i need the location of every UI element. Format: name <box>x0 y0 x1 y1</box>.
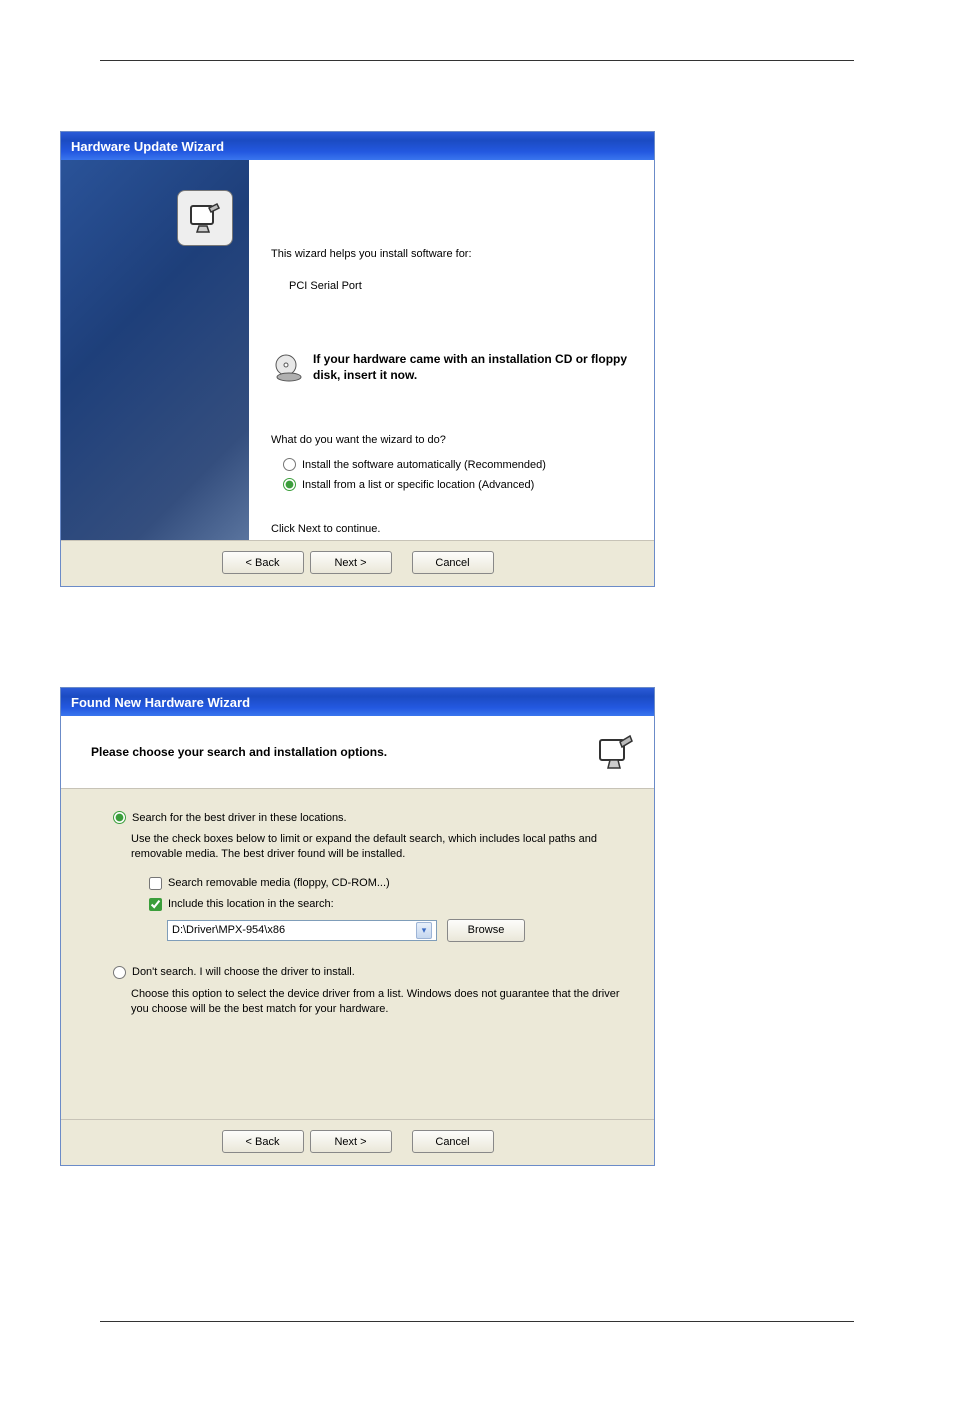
dialog1-content: This wizard helps you install software f… <box>249 160 654 540</box>
radio-search-best-driver[interactable] <box>113 811 126 824</box>
device-icon <box>594 730 638 774</box>
chevron-down-icon[interactable]: ▾ <box>416 922 432 939</box>
checkbox-include-label[interactable]: Include this location in the search: <box>168 898 334 910</box>
cd-icon <box>271 352 305 386</box>
radio-dont-search[interactable] <box>113 966 126 979</box>
location-combobox[interactable]: D:\Driver\MPX-954\x86 ▾ <box>167 920 437 941</box>
dialog1-body: This wizard helps you install software f… <box>61 160 654 540</box>
dialog1-button-row: < Back Next > Cancel <box>61 540 654 586</box>
dialog2-titlebar[interactable]: Found New Hardware Wizard <box>61 688 654 716</box>
cancel-button[interactable]: Cancel <box>412 551 494 574</box>
cancel-button[interactable]: Cancel <box>412 1130 494 1153</box>
dialog2-header: Please choose your search and installati… <box>61 716 654 789</box>
search-description: Use the check boxes below to limit or ex… <box>131 832 626 863</box>
dialog2-title: Found New Hardware Wizard <box>71 695 250 710</box>
dialog1-titlebar[interactable]: Hardware Update Wizard <box>61 132 654 160</box>
browse-button[interactable]: Browse <box>447 919 525 942</box>
checkbox-include-location[interactable] <box>149 898 162 911</box>
next-button[interactable]: Next > <box>310 551 392 574</box>
back-button[interactable]: < Back <box>222 551 304 574</box>
found-new-hardware-wizard-dialog: Found New Hardware Wizard Please choose … <box>60 687 655 1166</box>
location-path-value: D:\Driver\MPX-954\x86 <box>172 924 285 936</box>
back-button[interactable]: < Back <box>222 1130 304 1153</box>
device-name-text: PCI Serial Port <box>289 280 632 292</box>
page-bottom-rule <box>100 1321 854 1322</box>
radio-auto-label[interactable]: Install the software automatically (Reco… <box>302 459 546 471</box>
dont-search-description: Choose this option to select the device … <box>131 987 626 1018</box>
path-row: D:\Driver\MPX-954\x86 ▾ Browse <box>167 919 626 942</box>
radio-dont-search-label[interactable]: Don't search. I will choose the driver t… <box>132 966 355 978</box>
device-icon <box>177 190 233 246</box>
page-top-rule <box>100 60 854 61</box>
dialog1-question: What do you want the wizard to do? <box>271 434 632 446</box>
dialog1-title: Hardware Update Wizard <box>71 139 224 154</box>
cd-hint-text: If your hardware came with an installati… <box>313 352 632 383</box>
dialog2-body: Search for the best driver in these loca… <box>61 789 654 1119</box>
dialog1-intro-text: This wizard helps you install software f… <box>271 248 632 260</box>
radio-install-from-list[interactable] <box>283 478 296 491</box>
radio-search-label[interactable]: Search for the best driver in these loca… <box>132 812 347 824</box>
dialog2-button-row: < Back Next > Cancel <box>61 1119 654 1165</box>
next-button[interactable]: Next > <box>310 1130 392 1153</box>
cd-hint-block: If your hardware came with an installati… <box>271 352 632 386</box>
dialog1-radio-group: Install the software automatically (Reco… <box>283 458 632 491</box>
checkbox-search-removable[interactable] <box>149 877 162 890</box>
click-next-text: Click Next to continue. <box>271 523 632 535</box>
dialog2-heading: Please choose your search and installati… <box>91 745 387 759</box>
dialog1-sidebar-graphic <box>61 160 249 540</box>
hardware-update-wizard-dialog: Hardware Update Wizard This wizard helps… <box>60 131 655 587</box>
radio-install-automatically[interactable] <box>283 458 296 471</box>
checkbox-removable-label[interactable]: Search removable media (floppy, CD-ROM..… <box>168 877 390 889</box>
radio-advanced-label[interactable]: Install from a list or specific location… <box>302 479 534 491</box>
